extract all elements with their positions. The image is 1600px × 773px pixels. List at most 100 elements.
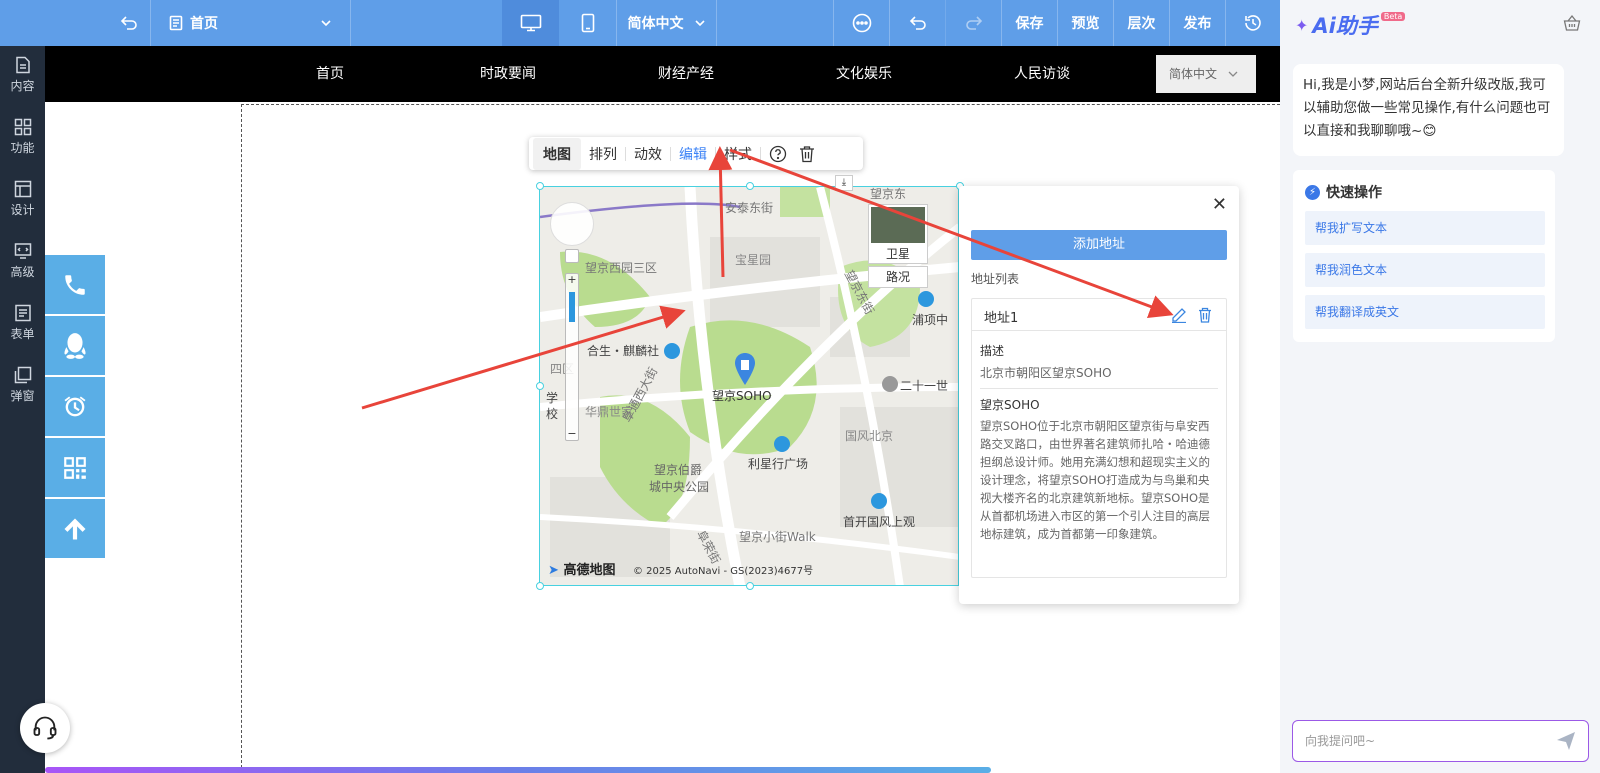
qq-button[interactable] bbox=[45, 316, 105, 375]
download-icon[interactable]: ⤓ bbox=[835, 175, 853, 191]
ai-assistant-panel: ✦ Ai助手 Beta Hi,我是小梦,网站后台全新升级改版,我可以辅助您做一些… bbox=[1280, 0, 1600, 773]
send-icon[interactable] bbox=[1556, 731, 1576, 751]
tab-arrange[interactable]: 排列 bbox=[581, 144, 625, 164]
undo-button[interactable] bbox=[889, 0, 945, 46]
nav-item-finance[interactable]: 财经产经 bbox=[626, 46, 746, 102]
page-icon bbox=[169, 15, 183, 31]
map-locate-button[interactable] bbox=[565, 249, 579, 263]
quick-translate-english[interactable]: 帮我翻译成英文 bbox=[1305, 295, 1545, 329]
sidebar-item-label: 表单 bbox=[10, 327, 35, 341]
map-label: 学 bbox=[546, 391, 559, 405]
close-icon[interactable]: ✕ bbox=[1212, 194, 1227, 215]
trash-icon[interactable] bbox=[1198, 307, 1212, 323]
address-item: 地址1 描述 北京市朝阳区望京SOHO 望京SOHO 望京SOHO位于北京市朝阳… bbox=[971, 298, 1227, 578]
back-button[interactable] bbox=[108, 0, 150, 46]
poi-marker-icon bbox=[918, 291, 934, 307]
sidebar-item-popup[interactable]: 弹窗 bbox=[0, 356, 45, 416]
chevron-down-icon bbox=[321, 20, 331, 27]
sidebar-item-label: 功能 bbox=[10, 141, 35, 155]
help-icon[interactable] bbox=[769, 145, 787, 163]
edit-icon[interactable] bbox=[1171, 307, 1187, 323]
more-icon bbox=[852, 13, 871, 33]
map-widget[interactable]: 安泰东街 望京东 望京西园三区 宝星园 合生・麒麟社 望京SOHO 华鼎世家 阜… bbox=[539, 186, 959, 586]
save-button[interactable]: 保存 bbox=[1001, 0, 1057, 46]
quick-actions-title-text: 快速操作 bbox=[1326, 185, 1382, 201]
sidebar-item-function[interactable]: 功能 bbox=[0, 108, 45, 168]
sidebar-item-advanced[interactable]: 高级 bbox=[0, 232, 45, 292]
alarm-button[interactable] bbox=[45, 377, 105, 436]
quick-actions: ⚡ 快速操作 帮我扩写文本 帮我润色文本 帮我翻译成英文 bbox=[1293, 170, 1555, 342]
sidebar-item-label: 内容 bbox=[10, 79, 35, 93]
undo-arrow-icon bbox=[120, 16, 137, 30]
page-select[interactable]: 首页 bbox=[150, 0, 350, 46]
site-language-value: 简体中文 bbox=[1169, 67, 1218, 81]
preview-button[interactable]: 预览 bbox=[1057, 0, 1113, 46]
ai-input-placeholder: 向我提问吧~ bbox=[1305, 734, 1376, 748]
site-language-select[interactable]: 简体中文 bbox=[1156, 55, 1256, 93]
customer-support-button[interactable] bbox=[20, 703, 70, 753]
redo-button[interactable] bbox=[945, 0, 1001, 46]
nav-item-culture[interactable]: 文化娱乐 bbox=[804, 46, 924, 102]
trash-icon[interactable] bbox=[799, 145, 815, 163]
sidebar-item-content[interactable]: 内容 bbox=[0, 46, 45, 106]
sidebar-item-label: 弹窗 bbox=[10, 389, 35, 403]
zoom-level-fill bbox=[569, 292, 575, 322]
top-toolbar: 首页 简体中文 保存 预览 层次 发布 bbox=[0, 0, 1280, 46]
left-sidebar: 内容 功能 设计 高级 表单 弹窗 bbox=[0, 46, 45, 773]
qrcode-button[interactable] bbox=[45, 438, 105, 497]
phone-button[interactable] bbox=[45, 255, 105, 314]
arrow-up-icon bbox=[64, 518, 86, 539]
layers-button[interactable]: 层次 bbox=[1113, 0, 1169, 46]
quick-expand-text[interactable]: 帮我扩写文本 bbox=[1305, 211, 1545, 245]
lightning-icon: ⚡ bbox=[1305, 184, 1320, 200]
desktop-view-button[interactable] bbox=[502, 0, 559, 46]
basket-icon[interactable] bbox=[1563, 14, 1581, 32]
sparkle-icon: ✦ bbox=[1295, 15, 1309, 35]
map-label: 校 bbox=[546, 407, 559, 421]
publish-button[interactable]: 发布 bbox=[1169, 0, 1225, 46]
nav-item-interviews[interactable]: 人民访谈 bbox=[982, 46, 1102, 102]
add-address-button[interactable]: 添加地址 bbox=[971, 230, 1227, 260]
more-button[interactable] bbox=[833, 0, 889, 46]
traffic-toggle[interactable]: 路况 bbox=[868, 266, 928, 288]
qrcode-icon bbox=[64, 456, 86, 479]
tab-style[interactable]: 样式 bbox=[716, 144, 760, 164]
address-list-label: 地址列表 bbox=[971, 272, 1020, 286]
address-name: 地址1 bbox=[984, 311, 1019, 326]
map-label: 国风北京 bbox=[845, 429, 894, 443]
mobile-view-button[interactable] bbox=[559, 0, 616, 46]
map-label: 望京SOHO bbox=[712, 389, 772, 403]
sidebar-item-design[interactable]: 设计 bbox=[0, 170, 45, 230]
map-label: 利星行广场 bbox=[748, 457, 809, 471]
ai-question-input[interactable]: 向我提问吧~ bbox=[1292, 720, 1589, 762]
map-label: 望京小街Walk bbox=[739, 530, 816, 544]
layout-icon bbox=[14, 180, 31, 198]
description-value: 北京市朝阳区望京SOHO bbox=[980, 366, 1112, 380]
zoom-out-icon[interactable]: − bbox=[566, 428, 578, 440]
nav-item-home[interactable]: 首页 bbox=[270, 46, 390, 102]
language-select[interactable]: 简体中文 bbox=[616, 0, 716, 46]
nav-item-politics[interactable]: 时政要闻 bbox=[448, 46, 568, 102]
poi-marker-icon bbox=[882, 376, 898, 392]
back-to-top-button[interactable] bbox=[45, 499, 105, 558]
tab-animation[interactable]: 动效 bbox=[626, 144, 670, 164]
location-pin-icon[interactable] bbox=[734, 352, 756, 386]
history-button[interactable] bbox=[1225, 0, 1280, 46]
beta-badge: Beta bbox=[1380, 11, 1406, 21]
quick-actions-title: ⚡ 快速操作 bbox=[1305, 182, 1382, 202]
map-label: 望京西园三区 bbox=[585, 261, 658, 275]
sidebar-item-form[interactable]: 表单 bbox=[0, 294, 45, 354]
mobile-icon bbox=[581, 13, 594, 33]
tab-edit[interactable]: 编辑 bbox=[671, 144, 715, 164]
map-zoom-slider[interactable]: + − bbox=[565, 273, 579, 441]
zoom-in-icon[interactable]: + bbox=[566, 274, 578, 286]
map-label: 浦项中 bbox=[912, 313, 949, 327]
ai-title: Ai助手 bbox=[1312, 14, 1378, 38]
app: 首页 简体中文 保存 预览 层次 发布 内容 功能 设计 高级 表单 弹窗 首页… bbox=[0, 0, 1600, 773]
popup-icon bbox=[14, 366, 31, 384]
desktop-icon bbox=[520, 14, 541, 32]
tab-map[interactable]: 地图 bbox=[533, 137, 581, 170]
quick-polish-text[interactable]: 帮我润色文本 bbox=[1305, 253, 1545, 287]
map-pan-control[interactable] bbox=[550, 202, 594, 246]
satellite-toggle[interactable]: 卫星 bbox=[868, 204, 928, 264]
